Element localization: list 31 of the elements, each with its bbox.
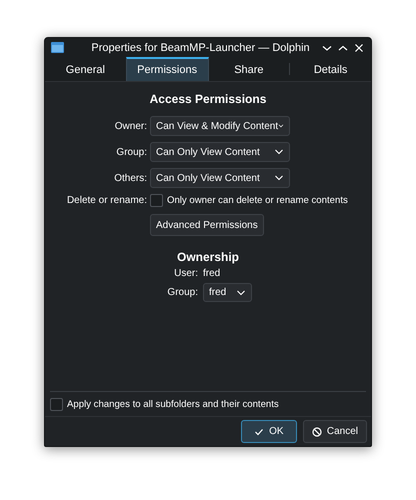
ok-button[interactable]: OK bbox=[240, 420, 297, 443]
dropdown[interactable]: Can View & Modify Content bbox=[150, 116, 290, 136]
chevron-down-icon bbox=[274, 147, 284, 157]
field-label: Delete or rename: bbox=[66, 195, 147, 206]
dropdown[interactable]: fred bbox=[203, 283, 252, 302]
field-label: User: bbox=[173, 268, 198, 279]
tab[interactable]: Details bbox=[290, 57, 371, 81]
window-title: Properties for BeamMP-Launcher — Dolphin bbox=[90, 42, 311, 54]
tab[interactable]: Permissions bbox=[126, 57, 208, 81]
dropdown[interactable]: Can Only View Content bbox=[150, 142, 290, 162]
section-heading: Access Permissions bbox=[150, 92, 266, 106]
checkmark-icon bbox=[254, 426, 264, 436]
field-label: Group: bbox=[115, 146, 147, 158]
tab[interactable]: General bbox=[45, 57, 126, 81]
field-label: Group: bbox=[166, 287, 198, 298]
chevron-down-icon bbox=[236, 288, 246, 298]
section-heading: Ownership bbox=[176, 250, 239, 264]
field-label: Owner: bbox=[114, 120, 147, 132]
checkbox[interactable] bbox=[50, 398, 63, 411]
checkbox-label[interactable]: Apply changes to all subfolders and their contents bbox=[67, 399, 279, 410]
checkbox[interactable] bbox=[150, 194, 163, 207]
checkbox-label[interactable]: Only owner can delete or rename contents bbox=[167, 195, 348, 206]
chevron-down-icon bbox=[274, 173, 284, 183]
cancel-button[interactable]: Cancel bbox=[302, 420, 367, 443]
advanced-permissions-button[interactable]: Advanced Permissions bbox=[150, 214, 264, 236]
dropdown[interactable]: Can Only View Content bbox=[150, 168, 290, 188]
close-icon[interactable] bbox=[353, 42, 365, 54]
cancel-icon bbox=[312, 426, 322, 436]
field-label: Others: bbox=[113, 172, 147, 184]
tab[interactable]: Share bbox=[208, 57, 290, 81]
user-value: fred bbox=[203, 268, 222, 279]
